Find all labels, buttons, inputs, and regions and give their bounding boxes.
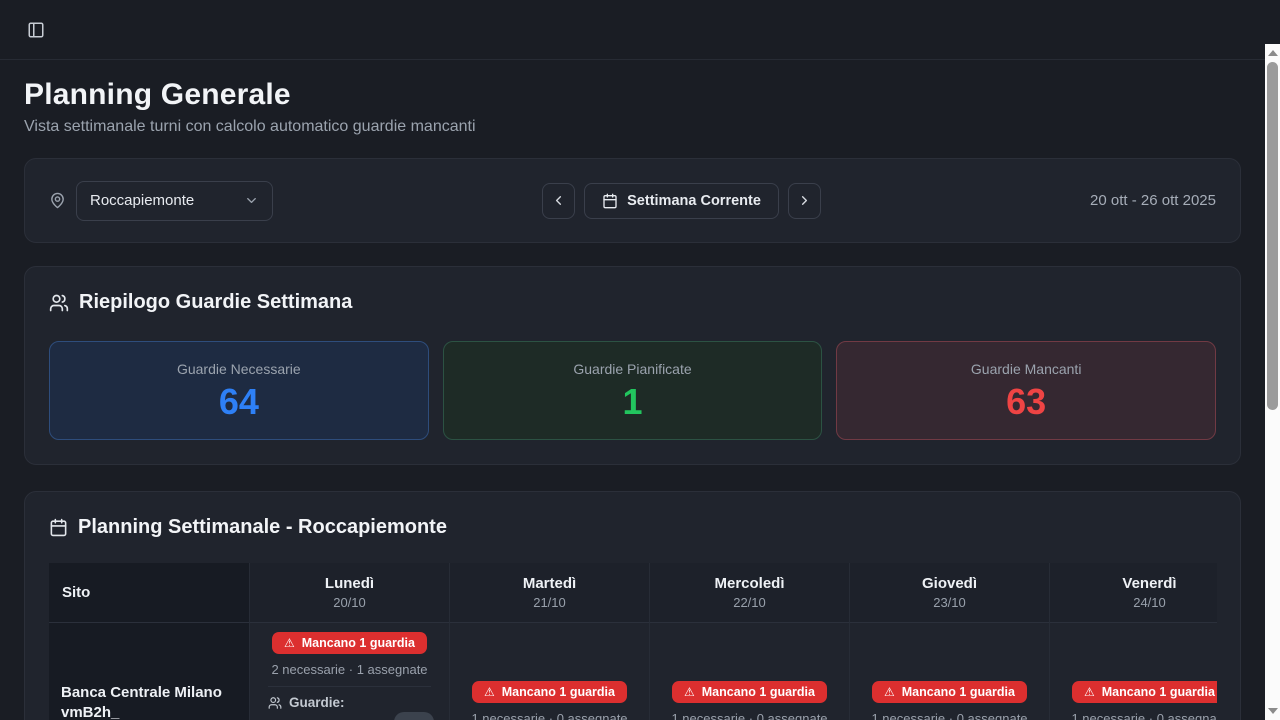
- guard-chip-row: [258, 712, 441, 720]
- plan-cell-friday: ⚠ Mancano 1 guardia 1 necessarie · 0 ass…: [1050, 623, 1217, 720]
- plan-cell-tuesday: ⚠ Mancano 1 guardia 1 necessarie · 0 ass…: [450, 623, 650, 720]
- guards-row: Guardie:: [258, 695, 441, 710]
- chevron-down-icon: [244, 193, 259, 208]
- stat-guardie-pianificate: Guardie Pianificate 1: [443, 341, 823, 440]
- column-header-day: Lunedì 20/10: [250, 563, 450, 623]
- column-header-day: Venerdì 24/10: [1050, 563, 1217, 623]
- previous-week-button[interactable]: [542, 183, 575, 219]
- missing-guard-badge-label: Mancano 1 guardia: [1102, 685, 1215, 699]
- page-title: Planning Generale: [24, 78, 1241, 112]
- cell-divider: [268, 686, 431, 687]
- sidebar-toggle-button[interactable]: [22, 16, 50, 44]
- current-week-button-label: Settimana Corrente: [627, 193, 761, 209]
- missing-guard-badge: ⚠ Mancano 1 guardia: [272, 632, 427, 654]
- week-nav-group: Settimana Corrente: [542, 183, 821, 219]
- cell-detail: 1 necessarie · 0 assegnate: [1071, 711, 1217, 720]
- column-header-day: Giovedì 23/10: [850, 563, 1050, 623]
- missing-guard-badge-label: Mancano 1 guardia: [302, 636, 415, 650]
- missing-guard-badge: ⚠ Mancano 1 guardia: [1072, 681, 1217, 703]
- calendar-icon: [602, 193, 618, 209]
- chevron-right-icon: [797, 193, 812, 208]
- topbar: [0, 0, 1280, 60]
- cell-detail: 1 necessarie · 0 assegnate: [671, 711, 827, 720]
- guards-label: Guardie:: [289, 695, 345, 710]
- stat-label: Guardie Necessarie: [177, 361, 301, 377]
- planning-title: Planning Settimanale - Roccapiemonte: [78, 516, 447, 539]
- users-icon: [268, 696, 282, 710]
- location-select[interactable]: Roccapiemonte: [76, 181, 273, 221]
- column-header-day: Martedì 21/10: [450, 563, 650, 623]
- site-name-cell: Banca Centrale Milano vmB2h_: [49, 623, 250, 720]
- panel-left-icon: [27, 21, 45, 39]
- missing-guard-badge: ⚠ Mancano 1 guardia: [472, 681, 627, 703]
- warning-icon: ⚠: [884, 686, 895, 698]
- stat-label: Guardie Mancanti: [971, 361, 1082, 377]
- site-name: Banca Centrale Milano vmB2h_: [61, 683, 237, 720]
- vertical-scrollbar[interactable]: [1265, 44, 1280, 720]
- missing-guard-badge-label: Mancano 1 guardia: [502, 685, 615, 699]
- stats-row: Guardie Necessarie 64 Guardie Pianificat…: [49, 341, 1216, 440]
- warning-icon: ⚠: [1084, 686, 1095, 698]
- warning-icon: ⚠: [484, 686, 495, 698]
- location-select-value: Roccapiemonte: [90, 192, 194, 209]
- cell-detail: 1 necessarie · 0 assegnate: [871, 711, 1027, 720]
- summary-title-row: Riepilogo Guardie Settimana: [49, 291, 1216, 314]
- guard-chip[interactable]: [394, 712, 434, 720]
- plan-cell-thursday: ⚠ Mancano 1 guardia 1 necessarie · 0 ass…: [850, 623, 1050, 720]
- column-header-day: Mercoledì 22/10: [650, 563, 850, 623]
- page-subtitle: Vista settimanale turni con calcolo auto…: [24, 118, 1241, 136]
- warning-icon: ⚠: [284, 637, 295, 649]
- stat-value: 64: [219, 383, 259, 421]
- column-header-sito: Sito: [49, 563, 250, 623]
- warning-icon: ⚠: [684, 686, 695, 698]
- scrollbar-thumb[interactable]: [1267, 62, 1278, 410]
- calendar-icon: [49, 518, 68, 537]
- summary-card: Riepilogo Guardie Settimana Guardie Nece…: [24, 266, 1241, 465]
- summary-title: Riepilogo Guardie Settimana: [79, 291, 352, 314]
- next-week-button[interactable]: [788, 183, 821, 219]
- main-content: Planning Generale Vista settimanale turn…: [0, 60, 1265, 720]
- users-icon: [49, 293, 69, 313]
- scroll-up-arrow[interactable]: [1268, 50, 1278, 56]
- map-pin-icon: [49, 192, 66, 209]
- toolbar-card: Roccapiemonte: [24, 158, 1241, 243]
- missing-guard-badge-label: Mancano 1 guardia: [702, 685, 815, 699]
- current-week-button[interactable]: Settimana Corrente: [584, 183, 779, 219]
- date-range-label: 20 ott - 26 ott 2025: [1090, 192, 1216, 209]
- planning-title-row: Planning Settimanale - Roccapiemonte: [49, 516, 1216, 539]
- cell-detail: 1 necessarie · 0 assegnate: [471, 711, 627, 720]
- stat-value: 63: [1006, 383, 1046, 421]
- scroll-down-arrow[interactable]: [1268, 708, 1278, 714]
- missing-guard-badge-label: Mancano 1 guardia: [902, 685, 1015, 699]
- stat-value: 1: [622, 383, 642, 421]
- missing-guard-badge: ⚠ Mancano 1 guardia: [672, 681, 827, 703]
- stat-guardie-necessarie: Guardie Necessarie 64: [49, 341, 429, 440]
- location-group: Roccapiemonte: [49, 181, 273, 221]
- plan-cell-wednesday: ⚠ Mancano 1 guardia 1 necessarie · 0 ass…: [650, 623, 850, 720]
- missing-guard-badge: ⚠ Mancano 1 guardia: [872, 681, 1027, 703]
- cell-detail: 2 necessarie · 1 assegnate: [271, 662, 427, 677]
- planning-card: Planning Settimanale - Roccapiemonte Sit…: [24, 491, 1241, 720]
- planning-grid: Sito Lunedì 20/10 Martedì 21/10 Mercoled…: [49, 563, 1217, 720]
- stat-label: Guardie Pianificate: [573, 361, 691, 377]
- plan-cell-monday: ⚠ Mancano 1 guardia 2 necessarie · 1 ass…: [250, 623, 450, 720]
- chevron-left-icon: [551, 193, 566, 208]
- planning-table: Sito Lunedì 20/10 Martedì 21/10 Mercoled…: [49, 563, 1217, 720]
- stat-guardie-mancanti: Guardie Mancanti 63: [836, 341, 1216, 440]
